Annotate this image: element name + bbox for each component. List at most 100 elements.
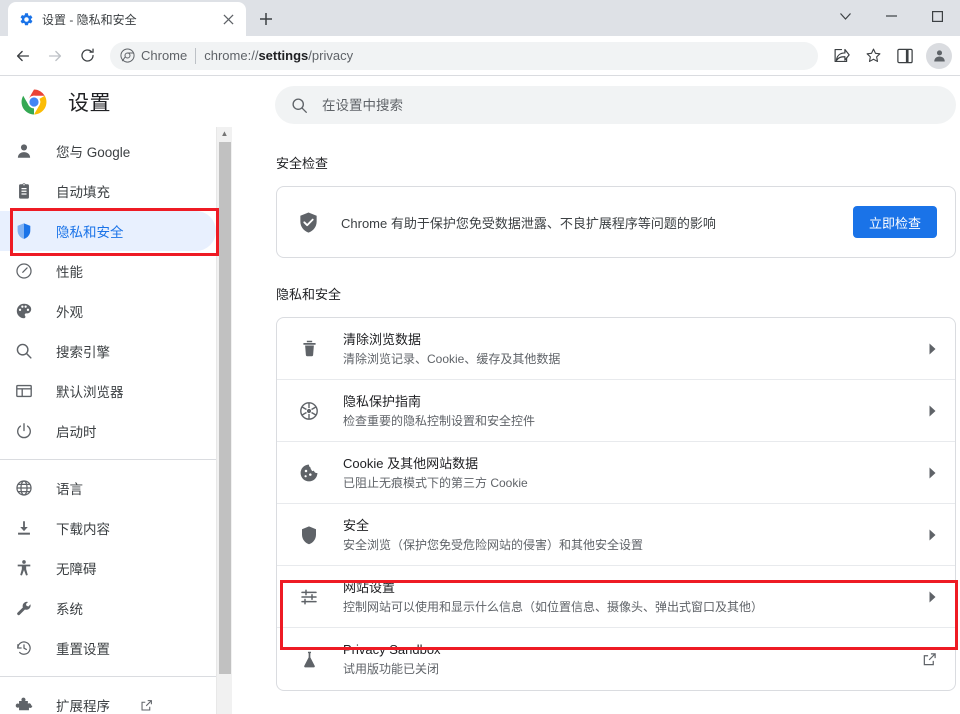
forward-icon[interactable]	[40, 41, 70, 71]
share-icon[interactable]	[826, 41, 856, 71]
sidebar-item-label: 无障碍	[56, 558, 97, 578]
minimize-icon[interactable]	[868, 0, 914, 32]
search-input[interactable]	[322, 98, 940, 113]
setting-row-subtitle: 已阻止无痕模式下的第三方 Cookie	[343, 474, 906, 492]
sidebar-item-system[interactable]: 系统	[0, 588, 216, 628]
setting-row-cookies[interactable]: Cookie 及其他网站数据 已阻止无痕模式下的第三方 Cookie	[277, 442, 955, 504]
window-controls	[822, 0, 960, 32]
history-restore-icon	[14, 638, 34, 658]
setting-row-subtitle: 安全浏览（保护您免受危险网站的侵害）和其他安全设置	[343, 536, 906, 554]
setting-row-title: Privacy Sandbox	[343, 642, 441, 657]
scrollbar-thumb[interactable]	[219, 142, 231, 674]
search-icon	[14, 341, 34, 361]
check-now-button[interactable]: 立即检查	[853, 206, 937, 238]
sidebar-scrollbar[interactable]: ▲	[216, 127, 232, 714]
setting-row-security[interactable]: 安全 安全浏览（保护您免受危险网站的侵害）和其他安全设置	[277, 504, 955, 566]
sidebar-item-accessibility[interactable]: 无障碍	[0, 548, 216, 588]
setting-row-subtitle: 检查重要的隐私控制设置和安全控件	[343, 412, 906, 430]
sidebar-item-default-browser[interactable]: 默认浏览器	[0, 371, 216, 411]
safety-check-description: Chrome 有助于保护您免受数据泄露、不良扩展程序等问题的影响	[341, 213, 833, 232]
setting-row-text: 隐私保护指南 检查重要的隐私控制设置和安全控件	[343, 392, 906, 430]
sidebar-item-search-engine[interactable]: 搜索引擎	[0, 331, 216, 371]
sidebar-item-privacy-and-security[interactable]: 隐私和安全	[0, 211, 216, 251]
privacy-settings-card: 清除浏览数据 清除浏览记录、Cookie、缓存及其他数据	[276, 317, 956, 691]
setting-row-site-settings[interactable]: 网站设置 控制网站可以使用和显示什么信息（如位置信息、摄像头、弹出式窗口及其他）	[277, 566, 955, 628]
sidebar-item-label: 系统	[56, 598, 83, 618]
power-icon	[14, 421, 34, 441]
sidebar-item-downloads[interactable]: 下载内容	[0, 508, 216, 548]
shield-check-icon	[297, 211, 321, 234]
person-icon	[14, 141, 34, 161]
sidebar-item-label: 外观	[56, 301, 83, 321]
external-link-icon	[140, 699, 153, 712]
setting-row-text: Privacy Sandbox 试用版功能已关闭	[343, 640, 900, 678]
sidebar-item-label: 下载内容	[56, 518, 110, 538]
sidebar-item-you-and-google[interactable]: 您与 Google	[0, 131, 216, 171]
sidebar-item-performance[interactable]: 性能	[0, 251, 216, 291]
settings-search-box[interactable]	[275, 86, 956, 124]
setting-row-privacy-sandbox[interactable]: Privacy Sandbox 试用版功能已关闭	[277, 628, 955, 690]
chevron-right-icon[interactable]	[928, 467, 937, 479]
chrome-logo-icon	[14, 89, 54, 115]
back-icon[interactable]	[8, 41, 38, 71]
wrench-icon	[14, 598, 34, 618]
chevron-right-icon[interactable]	[928, 405, 937, 417]
browser-tab[interactable]: 设置 - 隐私和安全	[8, 2, 246, 36]
tab-title: 设置 - 隐私和安全	[42, 11, 212, 28]
safety-check-card: Chrome 有助于保护您免受数据泄露、不良扩展程序等问题的影响 立即检查	[276, 186, 956, 258]
setting-row-subtitle: 清除浏览记录、Cookie、缓存及其他数据	[343, 350, 906, 368]
chrome-chip-label: Chrome	[141, 48, 187, 63]
side-panel-icon[interactable]	[890, 41, 920, 71]
sidebar-item-label: 扩展程序	[56, 695, 110, 714]
trash-icon	[297, 337, 321, 361]
chevron-right-icon[interactable]	[928, 343, 937, 355]
sidebar-item-on-startup[interactable]: 启动时	[0, 411, 216, 451]
safety-check-row: Chrome 有助于保护您免受数据泄露、不良扩展程序等问题的影响 立即检查	[277, 187, 955, 257]
setting-row-text: 清除浏览数据 清除浏览记录、Cookie、缓存及其他数据	[343, 330, 906, 368]
external-link-icon[interactable]	[922, 652, 937, 667]
chevron-down-icon[interactable]	[822, 0, 868, 32]
tab-strip: 设置 - 隐私和安全	[0, 0, 960, 36]
browser-window: 设置 - 隐私和安全	[0, 0, 960, 714]
sidebar-item-label: 默认浏览器	[56, 381, 124, 401]
chevron-right-icon[interactable]	[928, 529, 937, 541]
palette-icon	[14, 301, 34, 321]
settings-gear-icon	[18, 11, 34, 27]
sidebar-item-label: 自动填充	[56, 181, 110, 201]
address-bar-url: chrome://settings/privacy	[204, 48, 353, 63]
setting-row-privacy-guide[interactable]: 隐私保护指南 检查重要的隐私控制设置和安全控件	[277, 380, 955, 442]
sidebar-item-label: 搜索引擎	[56, 341, 110, 361]
setting-row-clear-browsing-data[interactable]: 清除浏览数据 清除浏览记录、Cookie、缓存及其他数据	[277, 318, 955, 380]
page-title: 设置	[68, 87, 111, 117]
omnibox-divider	[195, 48, 196, 64]
shield-icon	[297, 523, 321, 547]
settings-main-content: 安全检查 Chrome 有助于保护您免受数据泄露、不良扩展程序等问题的影响 立即…	[232, 127, 960, 714]
sidebar-item-reset-settings[interactable]: 重置设置	[0, 628, 216, 668]
settings-header: 设置	[0, 77, 960, 127]
chevron-right-icon[interactable]	[928, 591, 937, 603]
bookmark-star-icon[interactable]	[858, 41, 888, 71]
sidebar-item-label: 隐私和安全	[56, 221, 124, 241]
setting-row-subtitle: 试用版功能已关闭	[343, 660, 900, 678]
new-tab-button[interactable]	[252, 5, 280, 33]
maximize-icon[interactable]	[914, 0, 960, 32]
setting-row-title: 安全	[343, 518, 369, 533]
setting-row-text: 安全 安全浏览（保护您免受危险网站的侵害）和其他安全设置	[343, 516, 906, 554]
sidebar-item-extensions[interactable]: 扩展程序	[0, 685, 216, 714]
puzzle-icon	[14, 695, 34, 714]
sidebar-item-label: 重置设置	[56, 638, 110, 658]
cookie-icon	[297, 461, 321, 485]
sidebar-item-autofill[interactable]: 自动填充	[0, 171, 216, 211]
address-bar[interactable]: Chrome chrome://settings/privacy	[110, 42, 818, 70]
close-icon[interactable]	[220, 11, 236, 27]
globe-icon	[14, 478, 34, 498]
sliders-icon	[297, 585, 321, 609]
accessibility-icon	[14, 558, 34, 578]
setting-row-title: 隐私保护指南	[343, 394, 421, 409]
scroll-up-arrow-icon[interactable]: ▲	[217, 127, 232, 140]
sidebar-item-languages[interactable]: 语言	[0, 468, 216, 508]
settings-page: 设置	[0, 77, 960, 714]
profile-avatar[interactable]	[926, 43, 952, 69]
reload-icon[interactable]	[72, 41, 102, 71]
sidebar-item-appearance[interactable]: 外观	[0, 291, 216, 331]
